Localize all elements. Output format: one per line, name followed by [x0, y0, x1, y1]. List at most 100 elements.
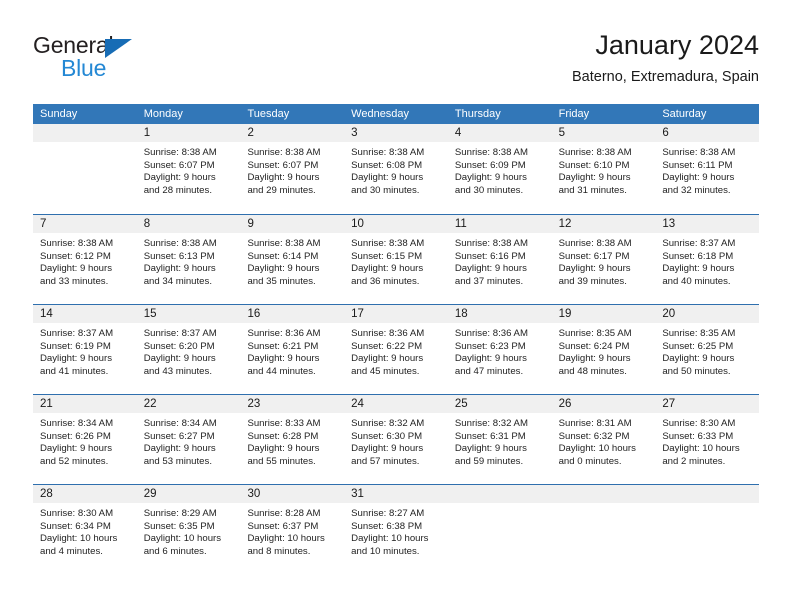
day-info: Sunrise: 8:30 AM Sunset: 6:34 PM Dayligh… — [33, 503, 137, 558]
daylight-line-2: and 43 minutes. — [143, 365, 212, 377]
day-cell[interactable]: 29 Sunrise: 8:29 AM Sunset: 6:35 PM Dayl… — [136, 485, 241, 574]
day-number: 15 — [136, 305, 241, 323]
daylight-line-1: Daylight: 10 hours — [247, 533, 325, 545]
day-cell[interactable]: 27 Sunrise: 8:30 AM Sunset: 6:33 PM Dayl… — [655, 395, 760, 484]
day-cell[interactable]: 21 Sunrise: 8:34 AM Sunset: 6:26 PM Dayl… — [33, 395, 137, 484]
day-cell[interactable]: 24 Sunrise: 8:32 AM Sunset: 6:30 PM Dayl… — [344, 395, 448, 484]
day-info — [448, 503, 552, 508]
day-number: 22 — [136, 395, 241, 413]
daylight-line-2: and 47 minutes. — [454, 365, 524, 377]
day-cell[interactable]: 12 Sunrise: 8:38 AM Sunset: 6:17 PM Dayl… — [551, 215, 656, 304]
day-cell[interactable]: 2 Sunrise: 8:38 AM Sunset: 6:07 PM Dayli… — [240, 124, 345, 214]
sunset-line: Sunset: 6:24 PM — [558, 340, 630, 352]
day-info: Sunrise: 8:28 AM Sunset: 6:37 PM Dayligh… — [240, 503, 344, 558]
day-info: Sunrise: 8:38 AM Sunset: 6:07 PM Dayligh… — [137, 142, 241, 197]
day-cell[interactable] — [551, 485, 656, 574]
daylight-line-1: Daylight: 9 hours — [662, 353, 735, 365]
day-number: 6 — [655, 124, 760, 142]
sunset-line: Sunset: 6:28 PM — [247, 430, 319, 442]
daylight-line-2: and 57 minutes. — [351, 455, 420, 467]
general-blue-logo[interactable]: General Blue — [33, 32, 183, 90]
daylight-line-2: and 52 minutes. — [40, 455, 109, 467]
weekday-header-saturday: Saturday — [662, 108, 707, 120]
day-cell[interactable]: 4 Sunrise: 8:38 AM Sunset: 6:09 PM Dayli… — [447, 124, 552, 214]
day-number: 28 — [33, 485, 137, 503]
daylight-line-2: and 40 minutes. — [662, 275, 731, 287]
day-cell[interactable]: 1 Sunrise: 8:38 AM Sunset: 6:07 PM Dayli… — [136, 124, 241, 214]
day-cell[interactable]: 19 Sunrise: 8:35 AM Sunset: 6:24 PM Dayl… — [551, 305, 656, 394]
day-cell[interactable]: 31 Sunrise: 8:27 AM Sunset: 6:38 PM Dayl… — [344, 485, 448, 574]
day-cell[interactable]: 22 Sunrise: 8:34 AM Sunset: 6:27 PM Dayl… — [136, 395, 241, 484]
day-info: Sunrise: 8:30 AM Sunset: 6:33 PM Dayligh… — [655, 413, 759, 468]
sunrise-line: Sunrise: 8:38 AM — [143, 238, 217, 249]
day-cell[interactable]: 11 Sunrise: 8:38 AM Sunset: 6:16 PM Dayl… — [447, 215, 552, 304]
sunset-line: Sunset: 6:11 PM — [662, 159, 733, 171]
sunrise-line: Sunrise: 8:38 AM — [558, 238, 632, 249]
day-info — [655, 503, 759, 508]
day-cell[interactable]: 28 Sunrise: 8:30 AM Sunset: 6:34 PM Dayl… — [33, 485, 137, 574]
day-cell[interactable] — [447, 485, 552, 574]
daylight-line-2: and 31 minutes. — [558, 184, 627, 196]
day-cell[interactable]: 3 Sunrise: 8:38 AM Sunset: 6:08 PM Dayli… — [344, 124, 448, 214]
day-cell[interactable]: 25 Sunrise: 8:32 AM Sunset: 6:31 PM Dayl… — [447, 395, 552, 484]
day-cell[interactable]: 10 Sunrise: 8:38 AM Sunset: 6:15 PM Dayl… — [344, 215, 448, 304]
weekday-header-friday: Friday — [558, 108, 590, 120]
day-cell[interactable]: 20 Sunrise: 8:35 AM Sunset: 6:25 PM Dayl… — [655, 305, 760, 394]
day-cell[interactable]: 8 Sunrise: 8:38 AM Sunset: 6:13 PM Dayli… — [136, 215, 241, 304]
day-cell[interactable]: 23 Sunrise: 8:33 AM Sunset: 6:28 PM Dayl… — [240, 395, 345, 484]
day-number — [447, 485, 552, 503]
daylight-line-2: and 8 minutes. — [247, 545, 311, 557]
sunset-line: Sunset: 6:33 PM — [662, 430, 734, 442]
day-cell[interactable]: 6 Sunrise: 8:38 AM Sunset: 6:11 PM Dayli… — [655, 124, 760, 214]
sunrise-line: Sunrise: 8:37 AM — [143, 328, 217, 339]
sunset-line: Sunset: 6:10 PM — [558, 159, 630, 171]
day-cell[interactable]: 14 Sunrise: 8:37 AM Sunset: 6:19 PM Dayl… — [33, 305, 137, 394]
daylight-line-2: and 4 minutes. — [40, 545, 103, 557]
sunset-line: Sunset: 6:27 PM — [143, 430, 215, 442]
sunrise-line: Sunrise: 8:32 AM — [454, 418, 528, 429]
day-number — [551, 485, 656, 503]
day-cell[interactable]: 17 Sunrise: 8:36 AM Sunset: 6:22 PM Dayl… — [344, 305, 448, 394]
sunrise-line: Sunrise: 8:38 AM — [247, 238, 321, 249]
day-info: Sunrise: 8:38 AM Sunset: 6:07 PM Dayligh… — [240, 142, 344, 197]
day-cell[interactable]: 26 Sunrise: 8:31 AM Sunset: 6:32 PM Dayl… — [551, 395, 656, 484]
daylight-line-1: Daylight: 9 hours — [247, 263, 320, 275]
daylight-line-2: and 48 minutes. — [558, 365, 627, 377]
day-cell[interactable]: 15 Sunrise: 8:37 AM Sunset: 6:20 PM Dayl… — [136, 305, 241, 394]
day-number: 24 — [344, 395, 448, 413]
day-cell[interactable]: 30 Sunrise: 8:28 AM Sunset: 6:37 PM Dayl… — [240, 485, 345, 574]
day-cell[interactable]: 7 Sunrise: 8:38 AM Sunset: 6:12 PM Dayli… — [33, 215, 137, 304]
sunset-line: Sunset: 6:15 PM — [351, 250, 423, 262]
page-title: January 2024 — [595, 30, 759, 60]
sunset-line: Sunset: 6:25 PM — [662, 340, 734, 352]
sunrise-line: Sunrise: 8:35 AM — [558, 328, 632, 339]
day-number: 16 — [240, 305, 345, 323]
day-info: Sunrise: 8:33 AM Sunset: 6:28 PM Dayligh… — [240, 413, 344, 468]
weekday-header-monday: Monday — [143, 108, 183, 120]
day-cell[interactable]: 5 Sunrise: 8:38 AM Sunset: 6:10 PM Dayli… — [551, 124, 656, 214]
day-number: 10 — [344, 215, 448, 233]
day-cell[interactable] — [655, 485, 760, 574]
daylight-line-1: Daylight: 9 hours — [454, 443, 527, 455]
daylight-line-2: and 28 minutes. — [143, 184, 212, 196]
day-info: Sunrise: 8:29 AM Sunset: 6:35 PM Dayligh… — [137, 503, 241, 558]
day-info: Sunrise: 8:38 AM Sunset: 6:12 PM Dayligh… — [33, 233, 137, 288]
day-cell[interactable]: 18 Sunrise: 8:36 AM Sunset: 6:23 PM Dayl… — [447, 305, 552, 394]
daylight-line-2: and 10 minutes. — [351, 545, 420, 557]
day-cell[interactable]: 16 Sunrise: 8:36 AM Sunset: 6:21 PM Dayl… — [240, 305, 345, 394]
sunrise-line: Sunrise: 8:38 AM — [558, 147, 632, 158]
day-info: Sunrise: 8:37 AM Sunset: 6:20 PM Dayligh… — [137, 323, 241, 378]
day-cell[interactable]: 13 Sunrise: 8:37 AM Sunset: 6:18 PM Dayl… — [655, 215, 760, 304]
day-info: Sunrise: 8:32 AM Sunset: 6:30 PM Dayligh… — [344, 413, 448, 468]
day-info: Sunrise: 8:38 AM Sunset: 6:16 PM Dayligh… — [448, 233, 552, 288]
week-row: 7 Sunrise: 8:38 AM Sunset: 6:12 PM Dayli… — [33, 214, 760, 304]
day-info — [552, 503, 656, 508]
sunset-line: Sunset: 6:32 PM — [558, 430, 630, 442]
sunrise-line: Sunrise: 8:30 AM — [662, 418, 736, 429]
day-number — [33, 124, 137, 142]
daylight-line-1: Daylight: 9 hours — [454, 353, 527, 365]
day-cell[interactable] — [33, 124, 137, 214]
day-cell[interactable]: 9 Sunrise: 8:38 AM Sunset: 6:14 PM Dayli… — [240, 215, 345, 304]
day-number: 9 — [240, 215, 345, 233]
daylight-line-2: and 6 minutes. — [143, 545, 207, 557]
